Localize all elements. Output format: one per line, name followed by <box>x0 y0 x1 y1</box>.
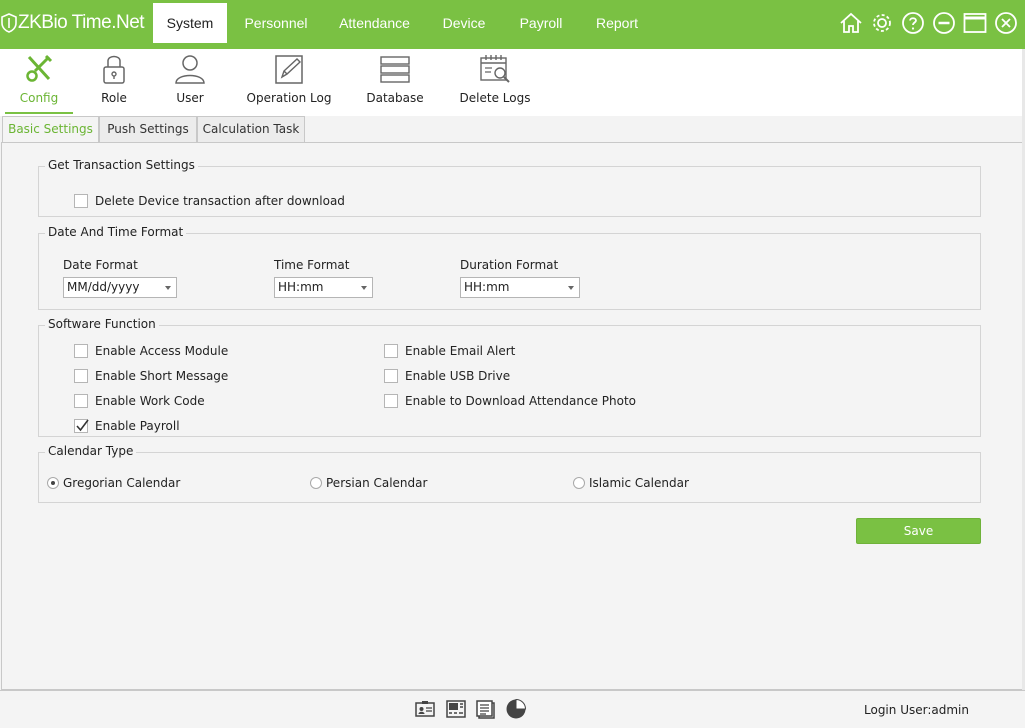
chevron-down-icon <box>361 286 367 290</box>
delete-transaction-label: Delete Device transaction after download <box>95 194 345 208</box>
tool-database-label: Database <box>366 91 424 105</box>
tool-user[interactable]: User <box>164 49 216 114</box>
nav-system[interactable]: System <box>153 3 227 43</box>
payroll-checkbox[interactable] <box>74 419 89 433</box>
payroll-label: Enable Payroll <box>95 419 180 433</box>
software-function-legend: Software Function <box>45 317 159 331</box>
nav-device[interactable]: Device <box>424 3 504 43</box>
date-format-value: MM/dd/yyyy <box>67 280 140 294</box>
tool-operation-log[interactable]: Operation Log <box>245 49 333 114</box>
nav-attendance[interactable]: Attendance <box>325 3 424 43</box>
tool-config[interactable]: Config <box>5 49 73 114</box>
chevron-down-icon <box>165 286 171 290</box>
gregorian-radio[interactable] <box>47 477 59 489</box>
lock-icon <box>103 55 125 84</box>
pie-chart-icon[interactable] <box>505 698 527 720</box>
tool-config-label: Config <box>19 91 59 105</box>
persian-label: Persian Calendar <box>326 476 428 490</box>
tool-role-label: Role <box>101 91 127 105</box>
minimize-icon[interactable] <box>931 10 957 36</box>
clipboard-icon[interactable] <box>475 698 497 720</box>
time-format-select[interactable]: HH:mm <box>274 277 373 298</box>
duration-format-select[interactable]: HH:mm <box>460 277 580 298</box>
id-card-icon[interactable] <box>414 698 436 720</box>
time-format-label: Time Format <box>274 258 350 272</box>
calendar-type-legend: Calendar Type <box>45 444 137 458</box>
close-icon[interactable] <box>993 10 1019 36</box>
time-format-value: HH:mm <box>278 280 324 294</box>
checkmark-icon <box>76 419 89 432</box>
maximize-icon[interactable] <box>962 10 988 36</box>
device-icon[interactable] <box>445 698 467 720</box>
attendance-photo-label: Enable to Download Attendance Photo <box>405 394 637 408</box>
date-time-format-legend: Date And Time Format <box>45 225 187 239</box>
calendar-type-group: Calendar Type Gregorian Calendar Persian… <box>38 444 981 503</box>
tool-delete-logs-label: Delete Logs <box>459 91 531 105</box>
date-format-select[interactable]: MM/dd/yyyy <box>63 277 177 298</box>
work-code-label: Enable Work Code <box>95 394 205 408</box>
wrench-screwdriver-icon <box>26 54 53 82</box>
delete-logs-icon <box>480 55 510 83</box>
software-function-group: Software Function Enable Access Module E… <box>38 317 981 437</box>
database-icon <box>380 56 410 83</box>
persian-radio[interactable] <box>310 477 322 489</box>
tab-push-settings[interactable]: Push Settings <box>99 116 197 143</box>
short-message-label: Enable Short Message <box>95 369 229 383</box>
tool-role[interactable]: Role <box>88 49 140 114</box>
email-alert-label: Enable Email Alert <box>405 344 516 358</box>
gear-icon[interactable] <box>869 10 895 36</box>
nav-payroll[interactable]: Payroll <box>504 3 578 43</box>
app-brand: ZKBio Time.Net <box>18 12 145 33</box>
settings-panel: Get Transaction Settings Delete Device t… <box>1 142 1023 690</box>
delete-transaction-checkbox[interactable] <box>74 194 88 208</box>
date-time-format-group: Date And Time Format Date Format MM/dd/y… <box>38 225 981 310</box>
tool-operation-log-label: Operation Log <box>246 91 332 105</box>
shield-logo-icon <box>1 13 17 33</box>
save-button[interactable]: Save <box>856 518 981 544</box>
usb-drive-checkbox[interactable] <box>384 369 398 383</box>
login-user: Login User:admin <box>864 703 969 717</box>
work-code-checkbox[interactable] <box>74 394 88 408</box>
home-icon[interactable] <box>838 10 864 36</box>
short-message-checkbox[interactable] <box>74 369 88 383</box>
tool-delete-logs[interactable]: Delete Logs <box>459 49 531 114</box>
tool-user-label: User <box>176 91 204 105</box>
status-bar: Login User:admin <box>0 690 1025 728</box>
email-alert-checkbox[interactable] <box>384 344 398 358</box>
tab-basic-settings[interactable]: Basic Settings <box>2 116 99 143</box>
gregorian-label: Gregorian Calendar <box>63 476 181 490</box>
duration-format-label: Duration Format <box>460 258 559 272</box>
attendance-photo-checkbox[interactable] <box>384 394 398 408</box>
transaction-settings-legend: Get Transaction Settings <box>45 158 198 172</box>
chevron-down-icon <box>568 286 574 290</box>
usb-drive-label: Enable USB Drive <box>405 369 511 383</box>
nav-report[interactable]: Report <box>578 3 656 43</box>
nav-personnel[interactable]: Personnel <box>227 3 325 43</box>
main-nav: System Personnel Attendance Device Payro… <box>153 3 656 43</box>
app-logo: ZKBio Time.Net <box>1 9 145 37</box>
top-bar: ZKBio Time.Net System Personnel Attendan… <box>0 0 1025 49</box>
user-icon <box>175 55 205 84</box>
access-module-checkbox[interactable] <box>74 344 88 358</box>
islamic-radio[interactable] <box>573 477 585 489</box>
transaction-settings-group: Get Transaction Settings Delete Device t… <box>38 158 981 217</box>
date-format-label: Date Format <box>63 258 138 272</box>
tool-database[interactable]: Database <box>364 49 426 114</box>
duration-format-value: HH:mm <box>464 280 510 294</box>
tab-calculation-task[interactable]: Calculation Task <box>197 116 305 143</box>
access-module-label: Enable Access Module <box>95 344 229 358</box>
tool-strip: Config Role User Operation Log Database … <box>0 49 1025 116</box>
islamic-label: Islamic Calendar <box>589 476 689 490</box>
help-icon[interactable] <box>900 10 926 36</box>
log-edit-icon <box>275 55 303 84</box>
